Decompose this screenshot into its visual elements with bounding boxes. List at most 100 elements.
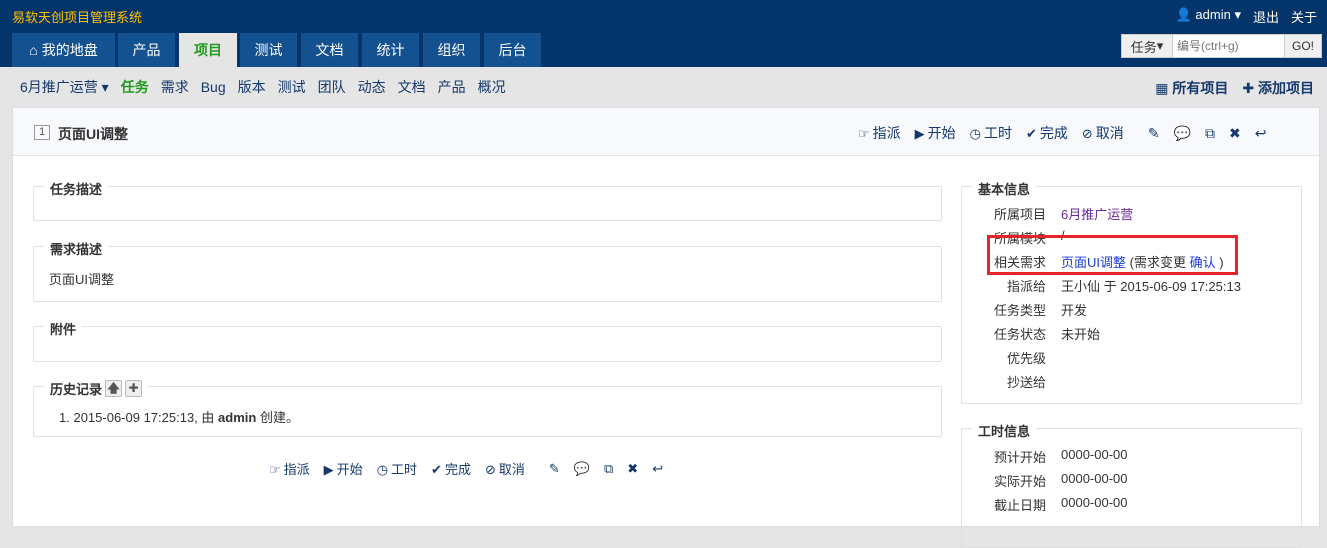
info-value: 0000-00-00 xyxy=(1061,495,1128,510)
subnav-team[interactable]: 团队 xyxy=(318,77,346,97)
task-header: 1 页面UI调整 ☞ 指派 ▶ 开始 ◷ 工时 ✔ 完成 ⊘ 取消 ✎ 💬 ⧉ ✖ ↩ xyxy=(13,108,1319,156)
logout-link[interactable]: 退出 xyxy=(1253,7,1279,26)
section-title: 历史记录 xyxy=(50,382,103,397)
subnav-product[interactable]: 产品 xyxy=(438,77,466,97)
subnav-view[interactable]: 概况 xyxy=(478,77,506,97)
hours-button[interactable]: ◷ 工时 xyxy=(970,123,1012,143)
info-key: 抄送给 xyxy=(1006,375,1046,390)
all-projects-label: 所有项目 xyxy=(1172,80,1229,96)
subnav-build[interactable]: 版本 xyxy=(238,77,266,97)
home-icon: ⌂ xyxy=(29,42,38,58)
delete-icon[interactable]: ✖ xyxy=(1229,125,1241,142)
plus-icon[interactable]: ✚ xyxy=(125,380,143,397)
top-actions: ☞ 指派 ▶ 开始 ◷ 工时 ✔ 完成 ⊘ 取消 ✎ 💬 ⧉ ✖ ↩ xyxy=(858,123,1266,143)
info-key: 预计开始 xyxy=(993,450,1046,465)
search-go-button[interactable]: GO! xyxy=(1284,35,1321,57)
app-title[interactable]: 易软天创项目管理系统 xyxy=(12,7,142,26)
info-value: 王小仙 于 2015-06-09 17:25:13 xyxy=(1061,279,1241,294)
search-box: 任务▾ GO! xyxy=(1121,34,1322,58)
back-icon[interactable]: ↩ xyxy=(652,461,663,477)
project-name: 6月推广运营 xyxy=(20,79,98,95)
info-key: 任务状态 xyxy=(993,327,1046,342)
info-value: 0000-00-00 xyxy=(1061,471,1128,486)
section-title: 需求描述 xyxy=(44,239,109,258)
tab-stats[interactable]: 统计 xyxy=(362,33,419,67)
info-row-priority: 优先级 xyxy=(962,348,1061,367)
assign-label: 指派 xyxy=(283,462,310,477)
start-button[interactable]: ▶ 开始 xyxy=(324,459,363,478)
info-key: 所属项目 xyxy=(993,207,1046,222)
delete-icon[interactable]: ✖ xyxy=(627,461,638,477)
info-row-project: 所属项目 6月推广运营 xyxy=(962,204,1133,223)
tab-my[interactable]: ⌂ 我的地盘 xyxy=(12,33,115,67)
thumb-icon: ☞ xyxy=(858,126,870,141)
task-panel: 1 页面UI调整 ☞ 指派 ▶ 开始 ◷ 工时 ✔ 完成 ⊘ 取消 ✎ 💬 ⧉ ✖ ↩ 任… xyxy=(12,107,1320,548)
arrow-up-icon[interactable]: 🡅 xyxy=(105,380,123,397)
search-input[interactable] xyxy=(1172,35,1284,57)
sub-nav: 6月推广运营 ▾ 任务 需求 Bug 版本 测试 团队 动态 文档 产品 概况 xyxy=(0,67,1327,107)
plus-icon: ✚ xyxy=(1242,80,1255,96)
info-value: 开发 xyxy=(1061,303,1088,318)
subnav-bug[interactable]: Bug xyxy=(201,79,226,95)
check-circle-icon: ✔ xyxy=(1026,126,1037,141)
files-section: 附件 xyxy=(33,319,942,362)
subnav-dynamic[interactable]: 动态 xyxy=(358,77,386,97)
cancel-button[interactable]: ⊘ 取消 xyxy=(1082,123,1124,143)
copy-icon[interactable]: ⧉ xyxy=(604,461,613,477)
assign-button[interactable]: ☞ 指派 xyxy=(858,123,901,143)
finish-button[interactable]: ✔ 完成 xyxy=(431,459,471,478)
search-type-select[interactable]: 任务 ▾ xyxy=(1122,35,1172,57)
hours-button[interactable]: ◷ 工时 xyxy=(377,459,417,478)
comment-icon[interactable]: 💬 xyxy=(1174,125,1191,142)
bottom-actions: ☞ 指派 ▶ 开始 ◷ 工时 ✔ 完成 ⊘ 取消 ✎ 💬 ⧉ ✖ ↩ xyxy=(269,459,663,478)
cancel-label: 取消 xyxy=(1095,125,1124,141)
play-icon: ▶ xyxy=(323,462,334,477)
tab-admin[interactable]: 后台 xyxy=(484,33,541,67)
history-user: admin xyxy=(218,410,257,425)
edit-icon[interactable]: ✎ xyxy=(549,461,560,477)
edit-icon[interactable]: ✎ xyxy=(1148,125,1160,142)
highlight-box xyxy=(987,235,1238,275)
add-project-link[interactable]: ✚ 添加项目 xyxy=(1242,78,1314,98)
subnav-doc[interactable]: 文档 xyxy=(398,77,426,97)
hours-label: 工时 xyxy=(984,125,1012,141)
finish-label: 完成 xyxy=(1039,125,1068,141)
project-link[interactable]: 6月推广运营 xyxy=(1061,204,1133,223)
info-value: 0000-00-00 xyxy=(1061,447,1128,462)
hours-label: 工时 xyxy=(391,462,418,477)
ban-icon: ⊘ xyxy=(1081,126,1093,141)
add-project-label: 添加项目 xyxy=(1258,80,1314,96)
back-icon[interactable]: ↩ xyxy=(1255,125,1267,142)
start-label: 开始 xyxy=(336,462,363,477)
section-title: 附件 xyxy=(44,319,83,338)
info-row-assigned: 指派给 王小仙 于 2015-06-09 17:25:13 xyxy=(962,276,1241,295)
info-key: 实际开始 xyxy=(993,474,1046,489)
about-link[interactable]: 关于 xyxy=(1291,7,1317,26)
comment-icon[interactable]: 💬 xyxy=(574,461,590,477)
ban-icon: ⊘ xyxy=(484,462,496,477)
start-button[interactable]: ▶ 开始 xyxy=(915,123,956,143)
user-menu[interactable]: 👤 admin ▾ xyxy=(1176,7,1241,26)
assign-button[interactable]: ☞ 指派 xyxy=(269,459,310,478)
project-switcher[interactable]: 6月推广运营 ▾ xyxy=(20,77,109,97)
subnav-test[interactable]: 测试 xyxy=(278,77,306,97)
play-icon: ▶ xyxy=(914,126,925,141)
story-desc-section: 需求描述 页面UI调整 xyxy=(33,239,942,302)
subnav-task[interactable]: 任务 xyxy=(121,77,149,97)
tab-org[interactable]: 组织 xyxy=(423,33,480,67)
cancel-button[interactable]: ⊘ 取消 xyxy=(485,459,525,478)
copy-icon[interactable]: ⧉ xyxy=(1205,125,1215,142)
tab-doc[interactable]: 文档 xyxy=(301,33,358,67)
history-num: 1. xyxy=(59,410,70,425)
all-projects-link[interactable]: ▦ 所有项目 xyxy=(1155,78,1228,98)
finish-button[interactable]: ✔ 完成 xyxy=(1026,123,1068,143)
subnav-story[interactable]: 需求 xyxy=(161,77,189,97)
tab-label: 我的地盘 xyxy=(41,42,98,58)
tab-test[interactable]: 测试 xyxy=(240,33,297,67)
start-label: 开始 xyxy=(927,125,956,141)
check-circle-icon: ✔ xyxy=(431,462,442,477)
tab-project[interactable]: 项目 xyxy=(179,33,237,67)
tab-product[interactable]: 产品 xyxy=(118,33,175,67)
task-desc-section: 任务描述 xyxy=(33,179,942,221)
info-key: 优先级 xyxy=(1006,351,1046,366)
